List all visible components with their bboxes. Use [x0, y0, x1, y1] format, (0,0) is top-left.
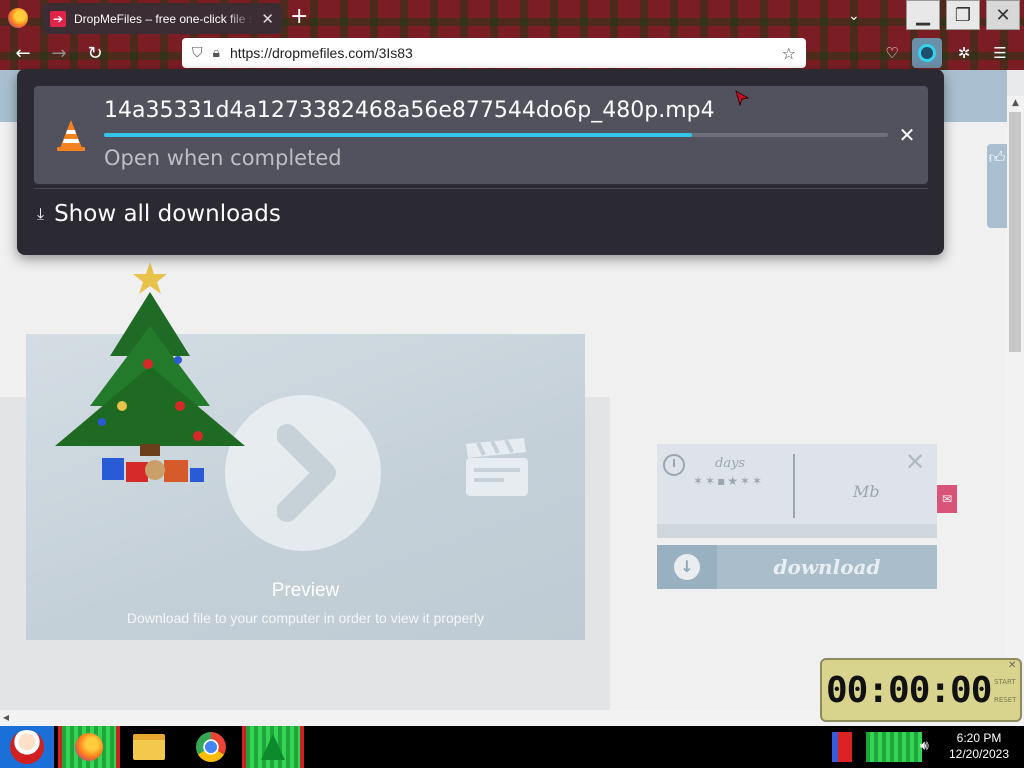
stopwatch-display: 00:00:00 — [826, 670, 992, 711]
report-badge-icon[interactable]: ✉ — [937, 485, 957, 513]
preview-subtitle: Download file to your computer in order … — [126, 610, 485, 626]
thumbs-up-icon: 👍︎ — [988, 148, 1006, 167]
download-arrow-icon: ↓ — [674, 554, 700, 580]
divider — [793, 454, 795, 518]
taskbar-firefox[interactable] — [58, 726, 120, 768]
extensions-icon: ✲ — [957, 44, 971, 62]
stopwatch-reset-button[interactable]: RESET — [994, 696, 1016, 704]
divider — [34, 188, 928, 189]
list-all-tabs-button[interactable]: ⌄ — [848, 8, 860, 24]
download-button[interactable]: ↓ download — [657, 545, 937, 589]
chrome-icon — [196, 732, 226, 762]
taskbar-clock[interactable]: 6:20 PM 12/20/2023 — [944, 730, 1014, 762]
vlc-cone-icon — [57, 120, 85, 151]
navigation-toolbar: ← → ↻ ⛉ 🔒︎ https://dropmefiles.com/3Is83… — [0, 36, 1024, 70]
pocket-button[interactable]: ♡ — [878, 40, 906, 66]
taskbar-file-explorer[interactable] — [118, 726, 180, 768]
christmas-tree-icon — [261, 734, 285, 760]
new-tab-button[interactable]: + — [290, 6, 308, 28]
download-item[interactable]: 14a35331d4a1273382468a56e877544do6p_480p… — [34, 86, 928, 184]
scroll-up-icon[interactable]: ▲ — [1007, 98, 1024, 112]
volume-icon[interactable]: 🔊︎ — [920, 738, 929, 754]
decorative-stars-icon: ✶✶▪★✶✶ — [693, 474, 765, 488]
back-icon: ← — [15, 42, 31, 64]
menu-icon: ☰ — [993, 44, 1007, 62]
close-icon[interactable]: ✕ — [905, 448, 925, 476]
taskbar: 🔊︎ 6:20 PM 12/20/2023 — [0, 726, 1024, 768]
menu-button[interactable]: ☰ — [986, 40, 1014, 66]
download-progress-bar — [104, 133, 888, 137]
forward-button[interactable]: → — [46, 40, 72, 66]
cancel-download-button[interactable]: ✕ — [894, 122, 920, 148]
extensions-button[interactable]: ✲ — [950, 40, 978, 66]
preview-title: Preview — [271, 580, 340, 601]
clock-icon — [663, 454, 685, 476]
christmas-tree-image — [55, 262, 245, 482]
santa-icon — [10, 730, 44, 764]
download-arrow-cell: ↓ — [657, 545, 717, 589]
taskbar-tree-app[interactable] — [242, 726, 304, 768]
dropmefiles-arrow-icon: ➔ — [50, 10, 66, 27]
reload-icon: ↻ — [87, 42, 103, 64]
lock-icon[interactable]: 🔒︎ — [213, 45, 220, 61]
back-button[interactable]: ← — [10, 40, 36, 66]
download-status: Open when completed — [104, 146, 342, 170]
clapperboard-icon — [466, 438, 528, 496]
tab-dropmefiles[interactable]: ➔ DropMeFiles – free one-click file s ✕ — [42, 3, 282, 34]
url-text[interactable]: https://dropmefiles.com/3Is83 — [230, 45, 772, 61]
downloads-panel: 14a35331d4a1273382468a56e877544do6p_480p… — [17, 69, 944, 255]
downloads-button[interactable] — [912, 38, 942, 68]
folder-icon — [133, 734, 165, 760]
reload-button[interactable]: ↻ — [82, 40, 108, 66]
file-info-box: days ✶✶▪★✶✶ Mb ✕ — [657, 444, 937, 538]
firefox-logo-icon — [8, 8, 28, 28]
close-icon[interactable]: ✕ — [1008, 660, 1016, 671]
downloads-icon — [918, 44, 936, 62]
minimize-button[interactable]: ▁ — [906, 0, 940, 30]
mouse-cursor-icon — [735, 90, 749, 106]
show-all-downloads-label: Show all downloads — [54, 201, 281, 227]
file-info-footer — [657, 524, 937, 538]
window-close-button[interactable]: ✕ — [986, 0, 1020, 30]
forward-icon: → — [51, 42, 67, 64]
download-label: download — [773, 555, 881, 579]
start-button[interactable] — [0, 726, 54, 768]
scroll-left-icon[interactable]: ◂ — [3, 710, 9, 724]
like-tab[interactable]: 👍︎ — [987, 144, 1007, 228]
restore-button[interactable]: ❐ — [946, 0, 980, 30]
pocket-icon: ♡ — [885, 44, 899, 62]
clock-time: 6:20 PM — [956, 731, 1002, 745]
action-center-flag-icon[interactable] — [832, 732, 852, 762]
clock-date: 12/20/2023 — [948, 747, 1010, 761]
stopwatch-start-button[interactable]: START — [994, 678, 1016, 686]
close-icon: ✕ — [898, 123, 916, 147]
address-bar[interactable]: ⛉ 🔒︎ https://dropmefiles.com/3Is83 ☆ — [182, 38, 806, 68]
taskbar-chrome[interactable] — [180, 726, 242, 768]
vertical-scrollbar[interactable]: ▲ — [1007, 96, 1024, 710]
download-progress-fill — [104, 133, 692, 137]
shield-icon[interactable]: ⛉ — [192, 45, 203, 61]
tab-close-icon[interactable]: ✕ — [261, 10, 274, 28]
scrollbar-thumb[interactable] — [1009, 112, 1021, 352]
size-label: Mb — [853, 482, 880, 501]
title-bar: ➔ DropMeFiles – free one-click file s ✕ … — [0, 0, 1024, 36]
chevron-right-icon — [277, 424, 336, 522]
stopwatch-widget[interactable]: 00:00:00 ✕ START RESET — [820, 658, 1022, 722]
download-icon: ⤓ — [37, 204, 45, 223]
days-label: days — [715, 456, 746, 471]
firefox-icon — [75, 733, 103, 761]
star-icon[interactable]: ☆ — [782, 44, 796, 63]
tab-title: DropMeFiles – free one-click file s — [74, 11, 254, 26]
notification-tray[interactable] — [866, 732, 922, 762]
show-all-downloads-button[interactable]: ⤓ Show all downloads — [37, 201, 281, 227]
download-filename: 14a35331d4a1273382468a56e877544do6p_480p… — [104, 98, 715, 123]
